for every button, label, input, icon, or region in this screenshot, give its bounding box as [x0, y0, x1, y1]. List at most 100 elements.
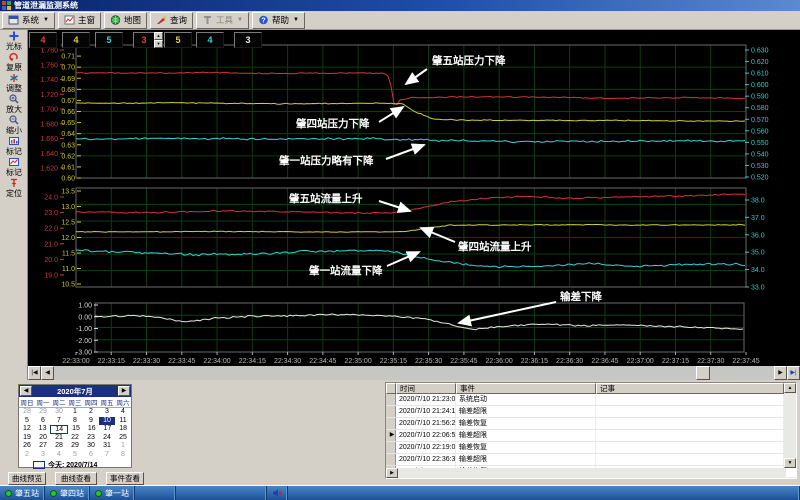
calendar-day[interactable]: 2: [19, 451, 35, 460]
counter-spinner[interactable]: ▲▼: [154, 32, 163, 48]
calendar-day[interactable]: 28: [19, 408, 35, 417]
menu-query-button[interactable]: 查询: [150, 12, 193, 29]
calendar-day[interactable]: 6: [83, 451, 99, 460]
trend-charts[interactable]: 1.7801.7601.7401.7201.7001.6801.6601.640…: [28, 30, 800, 366]
calendar-day[interactable]: 29: [35, 408, 51, 417]
calendar-day[interactable]: 1: [115, 442, 131, 451]
table-row[interactable]: 2020/7/10 21:23:00系统启动: [386, 394, 796, 406]
calendar-day[interactable]: 26: [19, 442, 35, 451]
calendar-day[interactable]: 23: [83, 434, 99, 443]
scroll-left-icon[interactable]: ◀: [41, 366, 54, 380]
curve-preview-button[interactable]: 曲线预览: [8, 472, 46, 485]
table-row[interactable]: ▶2020/7/10 22:06:57输差超限: [386, 430, 796, 442]
spinner-down-icon[interactable]: ▼: [154, 40, 163, 48]
calendar-day[interactable]: 22: [67, 434, 83, 443]
calendar-day[interactable]: 3: [35, 451, 51, 460]
channel-counter-5[interactable]: 5: [164, 32, 192, 48]
sidebar-item-adjust[interactable]: 调整: [0, 72, 28, 93]
calendar-day[interactable]: 4: [115, 408, 131, 417]
channel-counter-1[interactable]: 4: [29, 32, 57, 48]
channel-counter-3[interactable]: 5: [95, 32, 123, 48]
event-view-button[interactable]: 事件查看: [106, 472, 144, 485]
calendar-day[interactable]: 1: [67, 408, 83, 417]
calendar-day[interactable]: 4: [51, 451, 67, 460]
scroll-thumb[interactable]: [696, 366, 710, 380]
calendar-day[interactable]: 8: [115, 451, 131, 460]
calendar-day[interactable]: 27: [35, 442, 51, 451]
channel-counter-2[interactable]: 4: [62, 32, 90, 48]
chart-time-scrollbar[interactable]: |◀ ◀ ▶ ▶|: [28, 366, 800, 380]
sidebar-item-zoom-in[interactable]: 放大: [0, 93, 28, 114]
scroll-first-icon[interactable]: |◀: [28, 366, 41, 380]
calendar-day[interactable]: 16: [84, 425, 100, 434]
table-hscrollbar[interactable]: ◀▶: [386, 468, 786, 478]
station-tab-3[interactable]: 肇一站: [90, 486, 135, 500]
calendar-day[interactable]: 8: [67, 417, 83, 426]
calendar-day[interactable]: 2: [83, 408, 99, 417]
table-vscrollbar[interactable]: ▲▼: [784, 383, 796, 468]
table-row[interactable]: 2020/7/10 22:19:06输差恢复: [386, 442, 796, 454]
sidebar-item-zoom-out[interactable]: 缩小: [0, 114, 28, 135]
calendar-day[interactable]: 25: [115, 434, 131, 443]
sidebar-item-locate[interactable]: 定位: [0, 177, 28, 198]
calendar-day[interactable]: 7: [99, 451, 115, 460]
calendar-day[interactable]: 15: [68, 425, 84, 434]
calendar-day[interactable]: 3: [99, 408, 115, 417]
calendar-next-button[interactable]: ▶: [118, 386, 130, 396]
calendar-day[interactable]: 18: [115, 425, 131, 434]
column-header-1[interactable]: 时间: [396, 383, 456, 394]
table-row[interactable]: 2020/7/10 22:36:30输差超限: [386, 454, 796, 466]
station-tab-1[interactable]: 肇五站: [0, 486, 45, 500]
sidebar-item-mark-1[interactable]: 标记: [0, 135, 28, 156]
column-header-3[interactable]: 记事: [596, 383, 784, 394]
calendar-day[interactable]: 29: [67, 442, 83, 451]
menu-help-button[interactable]: ?帮助▼: [252, 12, 305, 29]
calendar-day[interactable]: 28: [51, 442, 67, 451]
sound-muted-icon[interactable]: [267, 486, 288, 500]
table-row[interactable]: 2020/7/10 21:56:20输差恢复: [386, 418, 796, 430]
calendar-day[interactable]: 17: [100, 425, 116, 434]
menu-main-window-button[interactable]: 主窗: [58, 12, 101, 29]
menu-system-button[interactable]: 系统▼: [2, 12, 55, 29]
calendar-day[interactable]: 19: [19, 434, 35, 443]
scroll-up-icon[interactable]: ▲: [784, 383, 796, 393]
table-row[interactable]: 2020/7/10 21:24:14输差超限: [386, 406, 796, 418]
calendar-day[interactable]: 13: [35, 425, 51, 434]
calendar-day[interactable]: 5: [19, 417, 35, 426]
channel-counter-6[interactable]: 4: [196, 32, 224, 48]
column-header-2[interactable]: 事件: [456, 383, 596, 394]
channel-counter-4[interactable]: 3: [133, 32, 155, 48]
calendar-day-today[interactable]: 14: [50, 425, 68, 434]
calendar-day[interactable]: 5: [67, 451, 83, 460]
calendar-day[interactable]: 6: [35, 417, 51, 426]
menu-main-window-label: 主窗: [78, 14, 95, 26]
calendar-prev-button[interactable]: ◀: [20, 386, 32, 396]
curve-view-button[interactable]: 曲线查看: [55, 472, 97, 485]
scroll-last-icon[interactable]: ▶|: [787, 366, 800, 380]
menu-tools-button[interactable]: 工具▼: [196, 12, 249, 29]
calendar-day[interactable]: 21: [51, 434, 67, 443]
scroll-down-icon[interactable]: ▼: [784, 458, 796, 468]
calendar-day[interactable]: 7: [51, 417, 67, 426]
sidebar-item-cursor[interactable]: 光标: [0, 30, 28, 51]
station-tab-2[interactable]: 肇四站: [45, 486, 90, 500]
row-marker: ▶: [386, 430, 396, 441]
calendar-day[interactable]: 9: [83, 417, 99, 426]
channel-counter-7[interactable]: 3: [234, 32, 262, 48]
spinner-up-icon[interactable]: ▲: [154, 32, 163, 40]
calendar-day[interactable]: 31: [99, 442, 115, 451]
scroll-right-icon[interactable]: ▶: [386, 468, 398, 478]
calendar-day-selected[interactable]: 10: [99, 417, 115, 426]
calendar-day[interactable]: 11: [115, 417, 131, 426]
event-name: 输差恢复: [456, 418, 596, 429]
calendar-day[interactable]: 12: [19, 425, 35, 434]
calendar-day[interactable]: 20: [35, 434, 51, 443]
header-marker-cell: [386, 383, 396, 394]
scroll-right-icon[interactable]: ▶: [774, 366, 787, 380]
sidebar-item-mark-2[interactable]: 标记: [0, 156, 28, 177]
calendar-day[interactable]: 30: [51, 408, 67, 417]
menu-map-button[interactable]: 地图: [104, 12, 147, 29]
calendar-day[interactable]: 30: [83, 442, 99, 451]
sidebar-item-restore[interactable]: 复原: [0, 51, 28, 72]
calendar-day[interactable]: 24: [99, 434, 115, 443]
